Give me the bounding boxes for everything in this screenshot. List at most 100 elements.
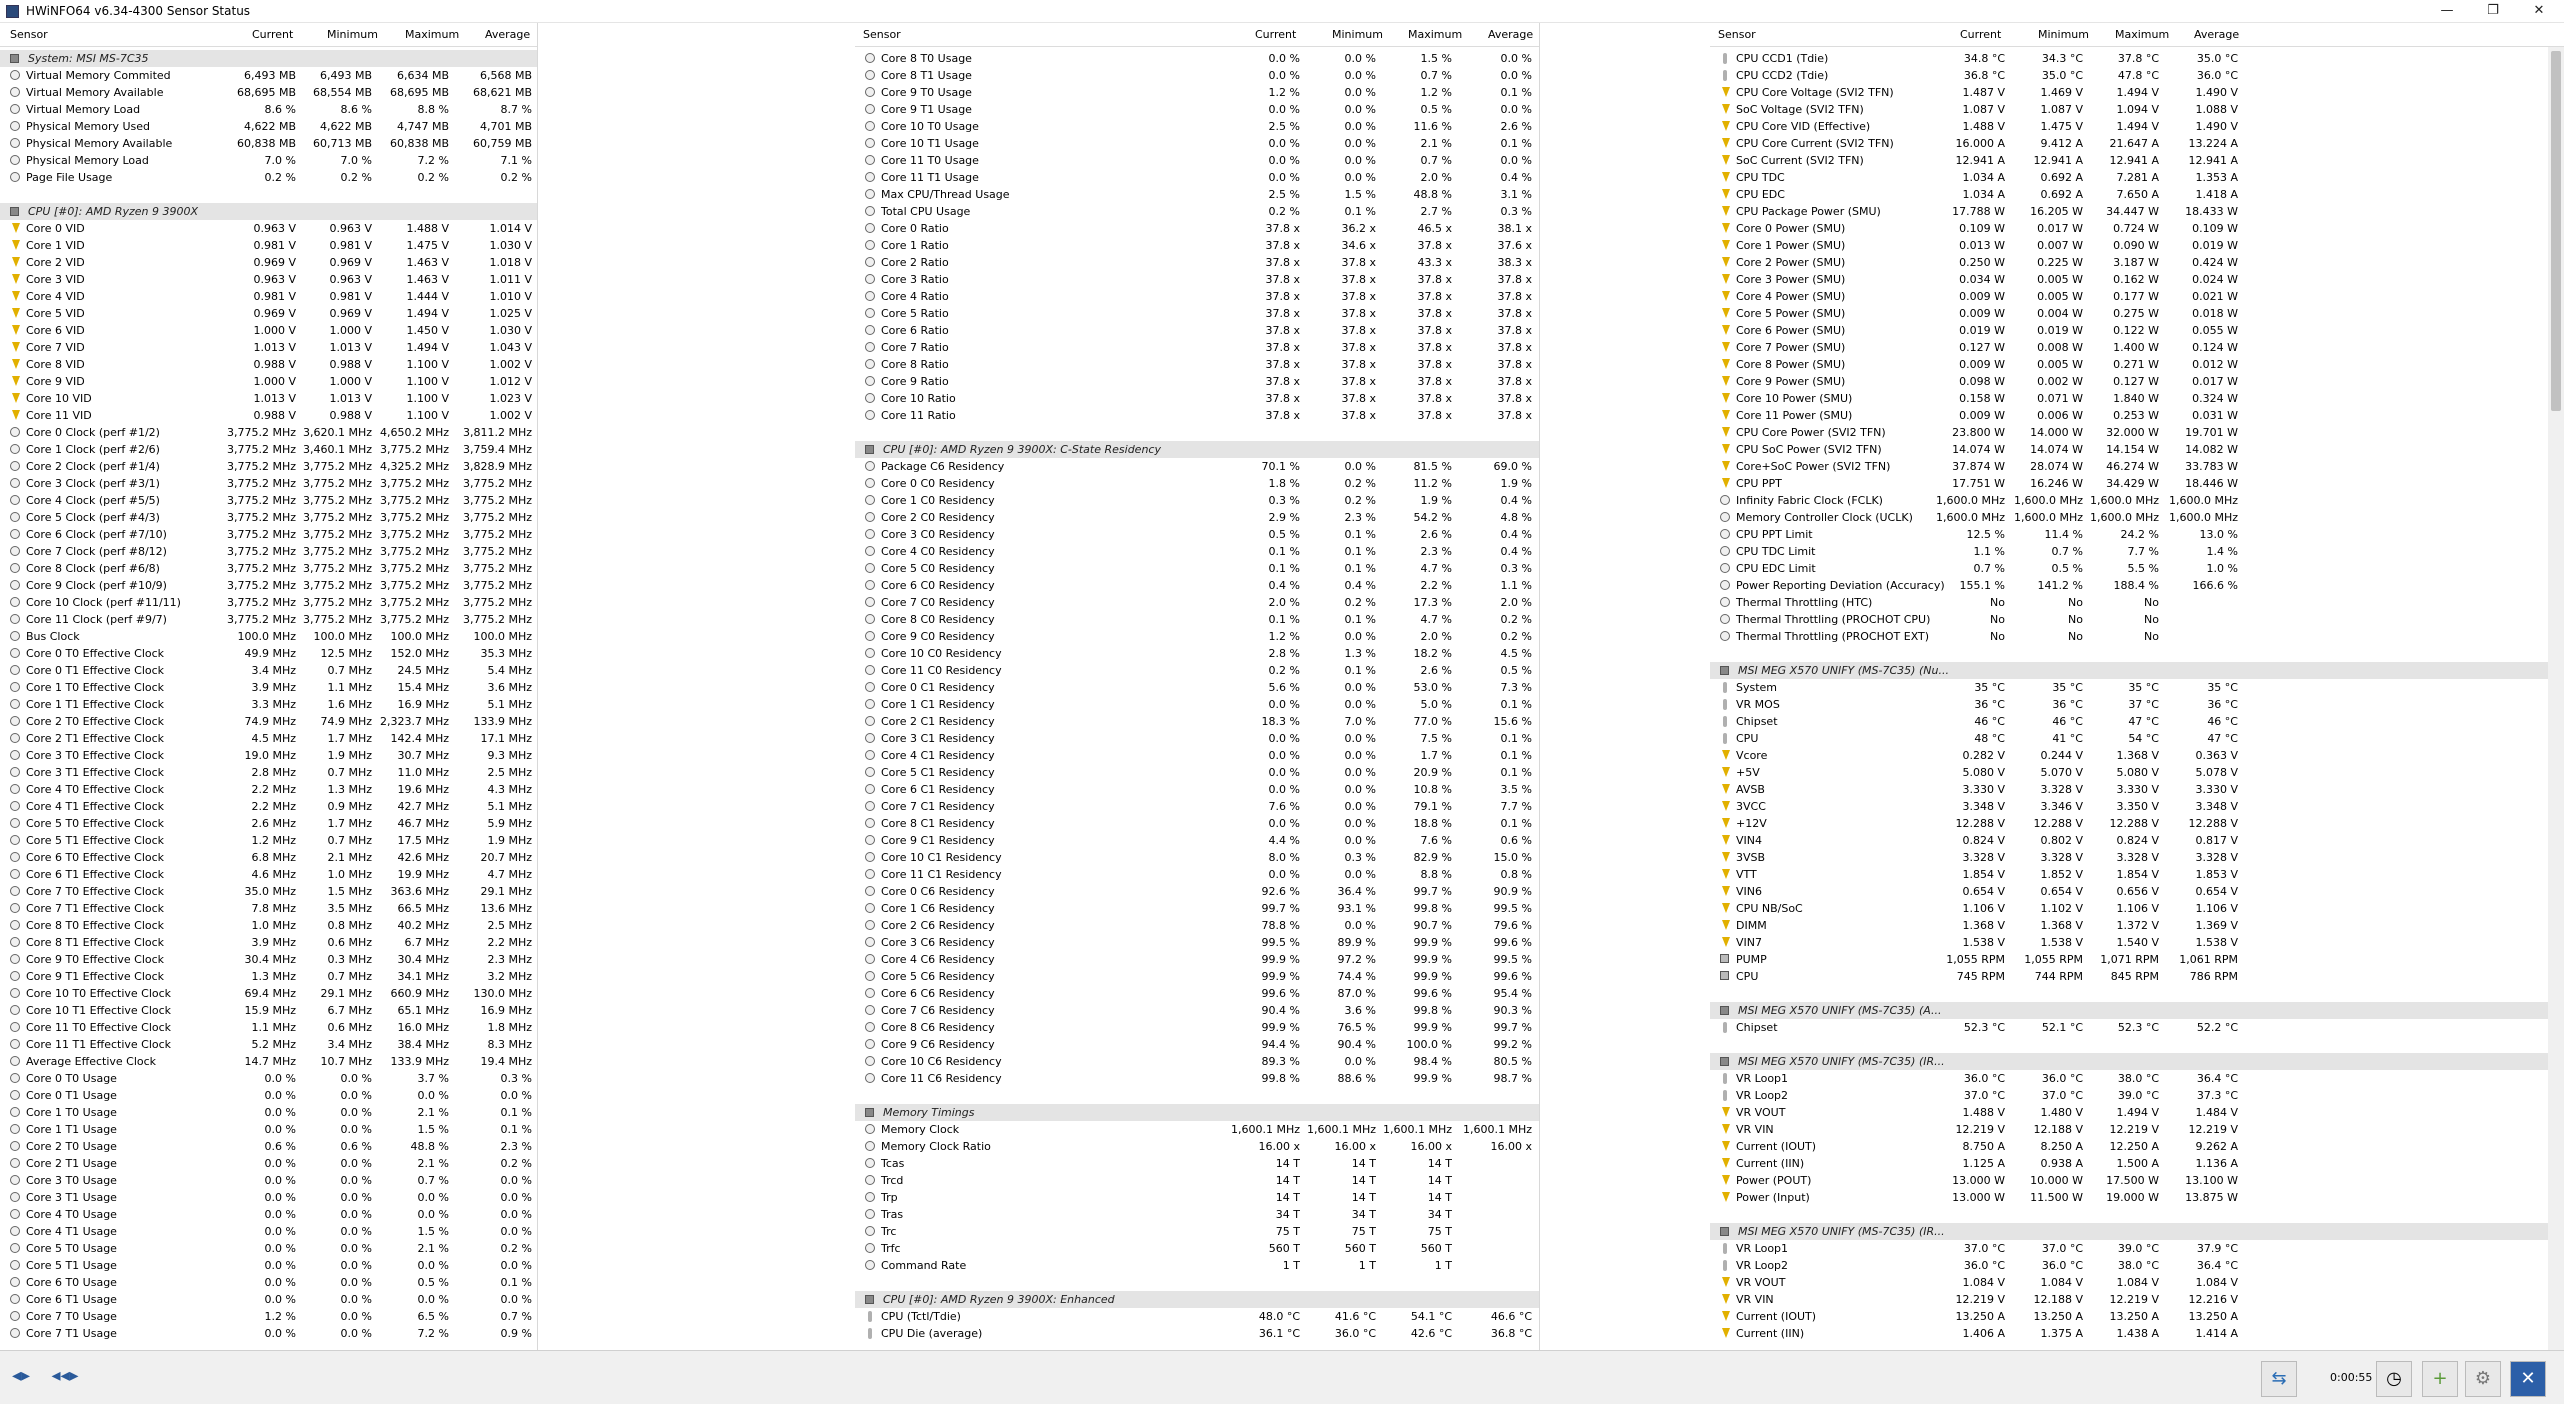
- sensor-row[interactable]: Core 6 Clock (perf #7/10) 3,775.2 MHz 3,77…: [0, 526, 537, 543]
- sensor-row[interactable]: Core 6 Power (SMU) 0.019 W 0.019 W 0.122 W0…: [1710, 322, 2564, 339]
- sensor-row[interactable]: CPU Core Power (SVI2 TFN) 23.800 W 14.000 …: [1710, 424, 2564, 441]
- sensor-row[interactable]: PUMP 1,055 RPM 1,055 RPM 1,071 RPM 1,061 RPM: [1710, 951, 2564, 968]
- sensor-row[interactable]: CPU (Tctl/Tdie) 48.0 °C 41.6 °C 54.1 °C 46.6…: [855, 1308, 1539, 1325]
- next-page-icon[interactable]: ◂◂▸: [50, 1365, 80, 1389]
- sensor-row[interactable]: Core 4 C6 Residency 99.9 % 97.2 % 99.9 % 99.…: [855, 951, 1539, 968]
- sensor-row[interactable]: Core 8 Clock (perf #6/8) 3,775.2 MHz 3,775…: [0, 560, 537, 577]
- sensor-row[interactable]: Core 7 Ratio 37.8 x 37.8 x 37.8 x 37.8 x: [855, 339, 1539, 356]
- sensor-row[interactable]: Core 1 T0 Effective Clock 3.9 MHz 1.1 MHz 1…: [0, 679, 537, 696]
- sensor-group-header[interactable]: MSI MEG X570 UNIFY (MS-7C35) (IR...: [1710, 1053, 2564, 1070]
- sensor-row[interactable]: Core 5 C6 Residency 99.9 % 74.4 % 99.9 % 99.…: [855, 968, 1539, 985]
- sensor-row[interactable]: VR VOUT 1.084 V 1.084 V 1.084 V 1.084 V: [1710, 1274, 2564, 1291]
- sensor-row[interactable]: CPU EDC Limit 0.7 % 0.5 % 5.5 % 1.0 %: [1710, 560, 2564, 577]
- header-minimum[interactable]: Minimum: [327, 28, 378, 41]
- header-current[interactable]: Current: [1960, 28, 2001, 41]
- sensor-row[interactable]: Physical Memory Load 7.0 % 7.0 % 7.2 % 7.1 %: [0, 152, 537, 169]
- sensor-group-header[interactable]: MSI MEG X570 UNIFY (MS-7C35) (IR...: [1710, 1223, 2564, 1240]
- sensor-row[interactable]: Core 7 T1 Usage 0.0 % 0.0 % 7.2 % 0.9 %: [0, 1325, 537, 1342]
- sensor-row[interactable]: Core 7 Power (SMU) 0.127 W 0.008 W 1.400 W0…: [1710, 339, 2564, 356]
- sensor-row[interactable]: Core 2 C6 Residency 78.8 % 0.0 % 90.7 % 79.6…: [855, 917, 1539, 934]
- scrollbar-thumb[interactable]: [2551, 51, 2561, 411]
- header-average[interactable]: Average: [2194, 28, 2239, 41]
- header-maximum[interactable]: Maximum: [405, 28, 459, 41]
- sensor-panel-3[interactable]: Sensor Current Minimum Maximum Average C…: [1710, 23, 2564, 1350]
- sensor-row[interactable]: Total CPU Usage 0.2 % 0.1 % 2.7 % 0.3 %: [855, 203, 1539, 220]
- sensor-row[interactable]: Tras 34 T 34 T 34 T: [855, 1206, 1539, 1223]
- sensor-row[interactable]: Core 5 T0 Usage 0.0 % 0.0 % 2.1 % 0.2 %: [0, 1240, 537, 1257]
- sensor-row[interactable]: Chipset 52.3 °C 52.1 °C 52.3 °C 52.2 °C: [1710, 1019, 2564, 1036]
- sensor-row[interactable]: Core 3 C0 Residency 0.5 % 0.1 % 2.6 % 0.4 %: [855, 526, 1539, 543]
- sensor-row[interactable]: Core 2 T0 Usage 0.6 % 0.6 % 48.8 % 2.3 %: [0, 1138, 537, 1155]
- sensor-row[interactable]: CPU SoC Power (SVI2 TFN) 14.074 W 14.074 W…: [1710, 441, 2564, 458]
- sensor-row[interactable]: VTT 1.854 V 1.852 V 1.854 V 1.853 V: [1710, 866, 2564, 883]
- sensor-row[interactable]: Core 4 T1 Effective Clock 2.2 MHz 0.9 MHz 4…: [0, 798, 537, 815]
- sensor-row[interactable]: Core 11 C1 Residency 0.0 % 0.0 % 8.8 % 0.8 %: [855, 866, 1539, 883]
- sensor-row[interactable]: Core 9 T0 Usage 1.2 % 0.0 % 1.2 % 0.1 %: [855, 84, 1539, 101]
- sensor-row[interactable]: CPU TDC 1.034 A 0.692 A 7.281 A 1.353 A: [1710, 169, 2564, 186]
- close-button[interactable]: ✕: [2516, 0, 2562, 23]
- sensor-row[interactable]: VIN4 0.824 V 0.802 V 0.824 V 0.817 V: [1710, 832, 2564, 849]
- sensor-row[interactable]: Tcas 14 T 14 T 14 T: [855, 1155, 1539, 1172]
- sensor-row[interactable]: Power (Input) 13.000 W 11.500 W 19.000 W 13.…: [1710, 1189, 2564, 1206]
- vertical-scrollbar[interactable]: [2548, 47, 2564, 1350]
- sensor-row[interactable]: Core 1 Clock (perf #2/6) 3,775.2 MHz 3,460…: [0, 441, 537, 458]
- sensor-row[interactable]: Core 2 T1 Usage 0.0 % 0.0 % 2.1 % 0.2 %: [0, 1155, 537, 1172]
- sensor-row[interactable]: Core 11 Power (SMU) 0.009 W 0.006 W 0.253 W…: [1710, 407, 2564, 424]
- sensor-row[interactable]: Power (POUT) 13.000 W 10.000 W 17.500 W 13.1…: [1710, 1172, 2564, 1189]
- sensor-row[interactable]: Infinity Fabric Clock (FCLK) 1,600.0 MHz 1…: [1710, 492, 2564, 509]
- sensor-row[interactable]: Core 10 Clock (perf #11/11) 3,775.2 MHz 3,…: [0, 594, 537, 611]
- header-minimum[interactable]: Minimum: [2038, 28, 2089, 41]
- sensor-row[interactable]: Core 9 Power (SMU) 0.098 W 0.002 W 0.127 W0…: [1710, 373, 2564, 390]
- sensor-row[interactable]: Core 4 C0 Residency 0.1 % 0.1 % 2.3 % 0.4 %: [855, 543, 1539, 560]
- sensor-row[interactable]: Core 9 C0 Residency 1.2 % 0.0 % 2.0 % 0.2 %: [855, 628, 1539, 645]
- sensor-row[interactable]: VIN6 0.654 V 0.654 V 0.656 V 0.654 V: [1710, 883, 2564, 900]
- sensor-row[interactable]: Core 4 T0 Usage 0.0 % 0.0 % 0.0 % 0.0 %: [0, 1206, 537, 1223]
- sensor-row[interactable]: Average Effective Clock 14.7 MHz 10.7 MHz 1…: [0, 1053, 537, 1070]
- sensor-row[interactable]: VR VIN 12.219 V 12.188 V 12.219 V 12.216 V: [1710, 1291, 2564, 1308]
- sensor-row[interactable]: Physical Memory Used 4,622 MB 4,622 MB 4,74…: [0, 118, 537, 135]
- sensor-row[interactable]: Core 5 T0 Effective Clock 2.6 MHz 1.7 MHz 4…: [0, 815, 537, 832]
- previous-page-icon[interactable]: ◂▸: [6, 1365, 36, 1389]
- sensor-row[interactable]: Core 3 Clock (perf #3/1) 3,775.2 MHz 3,775…: [0, 475, 537, 492]
- sensor-row[interactable]: Command Rate 1 T1 T1 T: [855, 1257, 1539, 1274]
- sensor-row[interactable]: Memory Controller Clock (UCLK) 1,600.0 MH…: [1710, 509, 2564, 526]
- sensor-row[interactable]: Core 8 Ratio 37.8 x 37.8 x 37.8 x 37.8 x: [855, 356, 1539, 373]
- sensor-row[interactable]: System 35 °C 35 °C 35 °C 35 °C: [1710, 679, 2564, 696]
- sensor-row[interactable]: Core 3 Power (SMU) 0.034 W 0.005 W 0.162 W0…: [1710, 271, 2564, 288]
- sensor-row[interactable]: Core 1 T0 Usage 0.0 % 0.0 % 2.1 % 0.1 %: [0, 1104, 537, 1121]
- header-minimum[interactable]: Minimum: [1332, 28, 1383, 41]
- sensor-row[interactable]: Core 0 T1 Effective Clock 3.4 MHz 0.7 MHz 2…: [0, 662, 537, 679]
- sensor-row[interactable]: Core 1 C1 Residency 0.0 % 0.0 % 5.0 % 0.1 %: [855, 696, 1539, 713]
- sensor-row[interactable]: Core 9 Clock (perf #10/9) 3,775.2 MHz 3,77…: [0, 577, 537, 594]
- sensor-row[interactable]: Core 4 Power (SMU) 0.009 W 0.005 W 0.177 W0…: [1710, 288, 2564, 305]
- sensor-row[interactable]: Core 7 T0 Effective Clock 35.0 MHz 1.5 MHz…: [0, 883, 537, 900]
- sensor-row[interactable]: VR VOUT 1.488 V 1.480 V 1.494 V 1.484 V: [1710, 1104, 2564, 1121]
- sensor-row[interactable]: +5V 5.080 V 5.070 V 5.080 V 5.078 V: [1710, 764, 2564, 781]
- sensor-row[interactable]: Core 5 T1 Effective Clock 1.2 MHz 0.7 MHz 1…: [0, 832, 537, 849]
- sensor-row[interactable]: Core 10 T1 Usage 0.0 % 0.0 % 2.1 % 0.1 %: [855, 135, 1539, 152]
- sensor-row[interactable]: Core 0 Clock (perf #1/2) 3,775.2 MHz 3,620…: [0, 424, 537, 441]
- sensor-row[interactable]: CPU Core VID (Effective) 1.488 V 1.475 V 1.…: [1710, 118, 2564, 135]
- exit-icon[interactable]: ✕: [2510, 1361, 2546, 1397]
- sensor-row[interactable]: Core 9 C6 Residency 94.4 % 90.4 % 100.0 % 99…: [855, 1036, 1539, 1053]
- sensor-row[interactable]: CPU 745 RPM 744 RPM 845 RPM 786 RPM: [1710, 968, 2564, 985]
- sensor-row[interactable]: SoC Current (SVI2 TFN) 12.941 A 12.941 A 12…: [1710, 152, 2564, 169]
- sensor-row[interactable]: Core 0 Power (SMU) 0.109 W 0.017 W 0.724 W0…: [1710, 220, 2564, 237]
- sensor-row[interactable]: Core 9 Ratio 37.8 x 37.8 x 37.8 x 37.8 x: [855, 373, 1539, 390]
- sensor-row[interactable]: Core 6 T1 Usage 0.0 % 0.0 % 0.0 % 0.0 %: [0, 1291, 537, 1308]
- sensor-row[interactable]: Core 6 Ratio 37.8 x 37.8 x 37.8 x 37.8 x: [855, 322, 1539, 339]
- sensor-row[interactable]: Core 0 VID 0.963 V 0.963 V 1.488 V 1.014 V: [0, 220, 537, 237]
- sensor-row[interactable]: Core 9 T1 Effective Clock 1.3 MHz 0.7 MHz 3…: [0, 968, 537, 985]
- sensor-row[interactable]: Core 5 Power (SMU) 0.009 W 0.004 W 0.275 W0…: [1710, 305, 2564, 322]
- sensor-row[interactable]: Core 1 C6 Residency 99.7 % 93.1 % 99.8 % 99.…: [855, 900, 1539, 917]
- sensor-row[interactable]: Core 11 Clock (perf #9/7) 3,775.2 MHz 3,77…: [0, 611, 537, 628]
- sensor-row[interactable]: Core 0 Ratio 37.8 x 36.2 x 46.5 x 38.1 x: [855, 220, 1539, 237]
- sensor-row[interactable]: Core 0 T0 Usage 0.0 % 0.0 % 3.7 % 0.3 %: [0, 1070, 537, 1087]
- sensor-row[interactable]: VR Loop2 37.0 °C 37.0 °C 39.0 °C 37.3 °C: [1710, 1087, 2564, 1104]
- sensor-row[interactable]: Memory Clock Ratio 16.00 x 16.00 x 16.00 x1…: [855, 1138, 1539, 1155]
- sensor-row[interactable]: Core+SoC Power (SVI2 TFN) 37.874 W 28.074 …: [1710, 458, 2564, 475]
- sensor-row[interactable]: Bus Clock 100.0 MHz 100.0 MHz 100.0 MHz 100.…: [0, 628, 537, 645]
- sensor-row[interactable]: Thermal Throttling (HTC) No No No: [1710, 594, 2564, 611]
- settings-icon[interactable]: ⚙: [2465, 1361, 2501, 1397]
- sensor-row[interactable]: Core 3 T1 Effective Clock 2.8 MHz 0.7 MHz 1…: [0, 764, 537, 781]
